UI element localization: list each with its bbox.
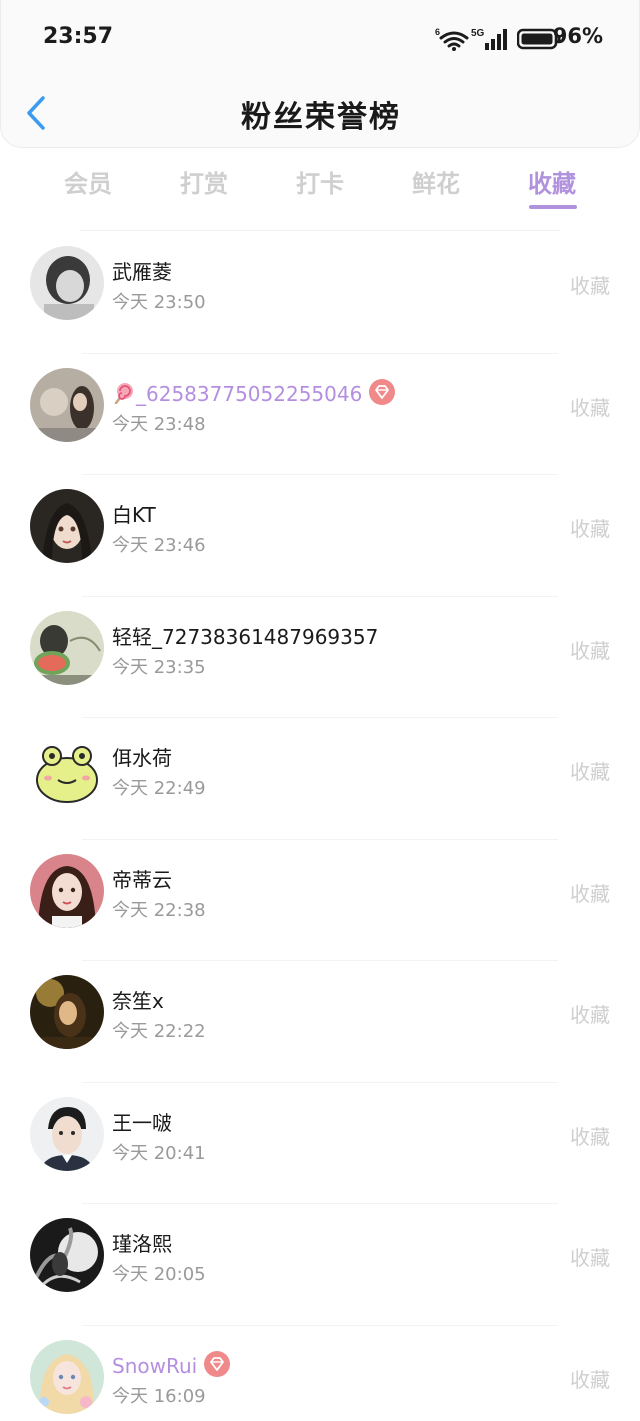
page-title: 粉丝荣誉榜 xyxy=(241,100,401,135)
timestamp: 今天 23:50 xyxy=(112,292,206,313)
cellular-signal-icon: 5G xyxy=(471,28,507,50)
list-item[interactable]: 王一啵 今天 20:41 收藏 xyxy=(0,1083,640,1204)
timestamp: 今天 22:38 xyxy=(112,899,206,921)
timestamp: 今天 16:09 xyxy=(112,1385,206,1407)
network-type: 5G xyxy=(471,28,485,39)
avatar[interactable] xyxy=(30,367,104,442)
fan-honor-page: 23:57 6 5G 96% 粉丝荣誉榜 会员 打赏 打卡 鲜花 收藏 武雁菱 … xyxy=(0,0,640,1421)
status-time: 23:57 xyxy=(43,24,114,49)
user-name: SnowRui xyxy=(112,1350,231,1378)
avatar[interactable] xyxy=(30,732,104,806)
fan-list: 武雁菱 今天 23:50 收藏 _62583775052255046 今天 23… xyxy=(0,232,640,1421)
list-item[interactable]: SnowRui 今天 16:09 收藏 xyxy=(0,1326,640,1421)
avatar[interactable] xyxy=(30,853,104,928)
list-item[interactable]: 帝蒂云 今天 22:38 收藏 xyxy=(0,840,640,961)
list-item[interactable]: 瑾洛熙 今天 20:05 收藏 xyxy=(0,1204,640,1326)
user-name: 轻轻_72738361487969357 xyxy=(112,624,379,649)
user-name: 奈笙x xyxy=(112,989,164,1013)
user-name: 王一啵 xyxy=(112,1110,172,1135)
tab-tips[interactable]: 打赏 xyxy=(146,164,262,199)
tab-flowers[interactable]: 鲜花 xyxy=(378,164,494,199)
avatar[interactable] xyxy=(30,1218,104,1292)
avatar[interactable] xyxy=(30,246,104,320)
tab-membership[interactable]: 会员 xyxy=(30,164,146,199)
action-label: 收藏 xyxy=(570,274,610,298)
header: 23:57 6 5G 96% 粉丝荣誉榜 xyxy=(0,0,640,148)
wifi-icon: 6 xyxy=(435,27,469,51)
action-label: 收藏 xyxy=(570,881,610,906)
timestamp: 今天 23:48 xyxy=(112,413,206,435)
avatar[interactable] xyxy=(30,489,104,563)
tab-bar: 会员 打赏 打卡 鲜花 收藏 xyxy=(30,160,610,216)
action-label: 收藏 xyxy=(570,517,610,541)
status-bar: 23:57 6 5G 96% xyxy=(1,0,640,80)
list-item[interactable]: 白KT 今天 23:46 收藏 xyxy=(0,475,640,597)
user-name: 帝蒂云 xyxy=(112,867,172,892)
timestamp: 今天 23:46 xyxy=(112,535,206,556)
tab-checkin[interactable]: 打卡 xyxy=(262,164,378,199)
action-label: 收藏 xyxy=(570,1246,610,1270)
active-tab-indicator xyxy=(529,205,577,209)
user-name: 佴水荷 xyxy=(112,746,172,770)
user-name-text: SnowRui xyxy=(112,1353,198,1378)
user-name: 武雁菱 xyxy=(112,260,172,284)
action-label: 收藏 xyxy=(570,1124,610,1149)
list-item[interactable]: _62583775052255046 今天 23:48 收藏 xyxy=(0,354,640,475)
divider xyxy=(80,230,560,231)
list-item[interactable]: 轻轻_72738361487969357 今天 23:35 收藏 xyxy=(0,597,640,718)
timestamp: 今天 20:05 xyxy=(112,1264,206,1285)
action-label: 收藏 xyxy=(570,638,610,663)
tab-favorites[interactable]: 收藏 xyxy=(494,164,610,199)
avatar[interactable] xyxy=(30,610,104,685)
status-indicators: 6 5G 96% xyxy=(383,24,603,54)
action-label: 收藏 xyxy=(570,760,610,784)
action-label: 收藏 xyxy=(570,395,610,420)
user-name-text: _62583775052255046 xyxy=(136,381,363,406)
user-name: 白KT xyxy=(112,503,156,527)
list-item[interactable]: 奈笙x 今天 22:22 收藏 xyxy=(0,961,640,1083)
timestamp: 今天 22:22 xyxy=(112,1021,206,1042)
diamond-badge-icon xyxy=(369,378,396,405)
avatar[interactable] xyxy=(30,975,104,1049)
timestamp: 今天 23:35 xyxy=(112,656,206,678)
timestamp: 今天 22:49 xyxy=(112,778,206,799)
list-item[interactable]: 武雁菱 今天 23:50 收藏 xyxy=(0,232,640,354)
avatar[interactable] xyxy=(30,1339,104,1414)
action-label: 收藏 xyxy=(570,1003,610,1027)
action-label: 收藏 xyxy=(570,1367,610,1392)
user-name: _62583775052255046 xyxy=(112,378,396,406)
lollipop-icon xyxy=(114,382,133,404)
timestamp: 今天 20:41 xyxy=(112,1142,206,1164)
svg-text:6: 6 xyxy=(435,27,440,37)
user-name: 瑾洛熙 xyxy=(112,1232,172,1256)
list-item[interactable]: 佴水荷 今天 22:49 收藏 xyxy=(0,718,640,840)
avatar[interactable] xyxy=(30,1096,104,1171)
diamond-badge-icon xyxy=(204,1350,231,1377)
battery-percent: 96% xyxy=(552,24,603,48)
